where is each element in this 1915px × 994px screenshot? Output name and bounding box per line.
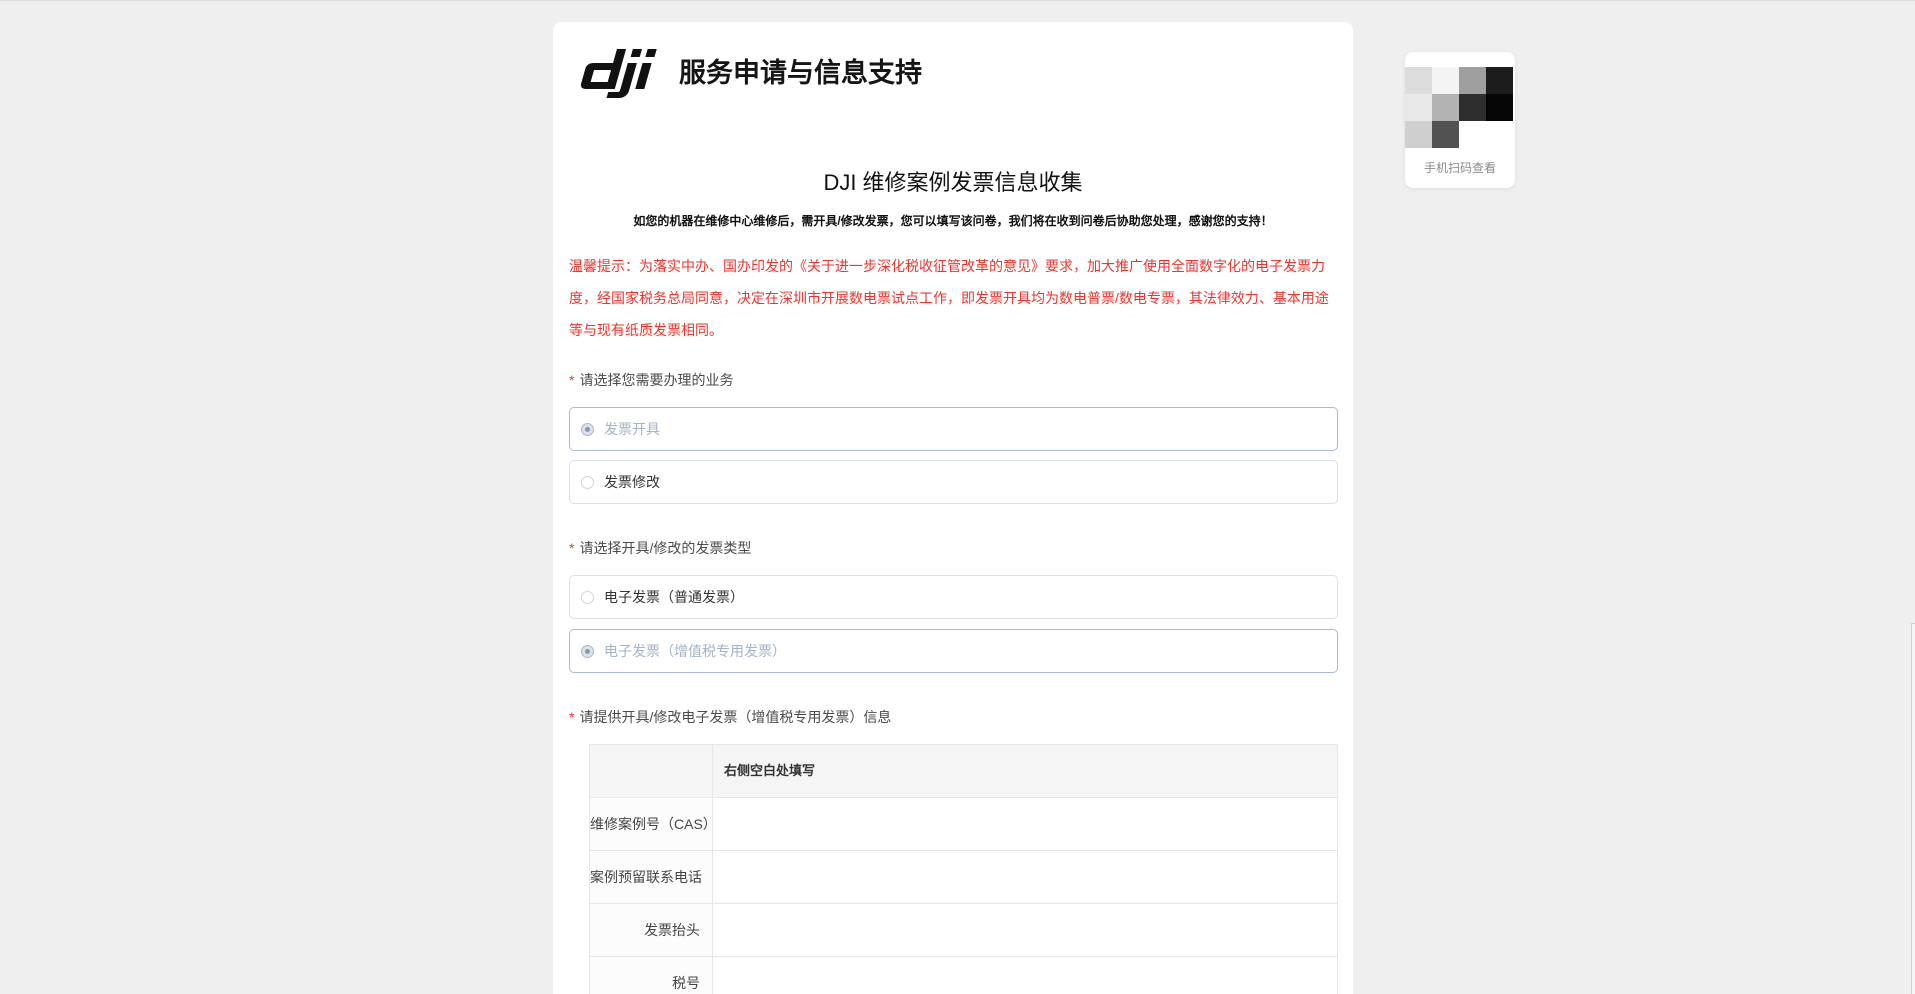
row-value-cell[interactable] <box>713 957 1338 994</box>
table-row: 税号 <box>590 957 1338 994</box>
required-mark: * <box>569 540 575 556</box>
site-title: 服务申请与信息支持 <box>679 58 922 88</box>
question-text: 请提供开具/修改电子发票（增值税专用发票）信息 <box>579 709 892 725</box>
row-label: 发票抬头 <box>590 904 713 957</box>
qr-pixel <box>1432 67 1459 94</box>
required-mark: * <box>569 709 575 725</box>
required-mark: * <box>569 372 575 388</box>
option-label: 发票修改 <box>604 474 660 490</box>
qr-pixel <box>1405 121 1432 148</box>
qr-caption: 手机扫码查看 <box>1423 161 1496 175</box>
form-card: 服务申请与信息支持 DJI 维修案例发票信息收集 如您的机器在维修中心维修后，需… <box>553 22 1353 994</box>
qr-pixel <box>1459 67 1486 94</box>
tax-id-input[interactable] <box>713 957 1337 994</box>
notice-line: 等与现有纸质发票相同。 <box>569 322 723 338</box>
option-e-invoice-vat-special[interactable]: 电子发票（增值税专用发票） <box>569 629 1338 673</box>
notice-text: 温馨提示：为落实中办、国办印发的《关于进一步深化税收征管改革的意见》要求，加大推… <box>569 250 1338 346</box>
row-value-cell[interactable] <box>713 904 1338 957</box>
option-e-invoice-normal[interactable]: 电子发票（普通发票） <box>569 575 1338 619</box>
table-row: 发票抬头 <box>590 904 1338 957</box>
question-label-invoice-info: * 请提供开具/修改电子发票（增值税专用发票）信息 <box>569 707 891 727</box>
radio-button[interactable] <box>581 591 594 604</box>
qr-pixel <box>1459 121 1486 148</box>
invoice-info-table: 右侧空白处填写 维修案例号（CAS） 案例预留联系电话 发票抬头 税号 <box>589 744 1338 994</box>
question-text: 请选择开具/修改的发票类型 <box>579 540 752 556</box>
form-subtitle: 如您的机器在维修中心维修后，需开具/修改发票，您可以填写该问卷，我们将在收到问卷… <box>633 214 1273 228</box>
option-label: 电子发票（增值税专用发票） <box>604 643 786 659</box>
qr-pixel <box>1405 67 1432 94</box>
question-text: 请选择您需要办理的业务 <box>579 372 734 388</box>
notice-line: 温馨提示：为落实中办、国办印发的《关于进一步深化税收征管改革的意见》要求，加大推… <box>569 258 1325 274</box>
question-label-business: * 请选择您需要办理的业务 <box>569 370 733 390</box>
row-label: 税号 <box>590 957 713 994</box>
qr-pixel <box>1459 94 1486 121</box>
qr-pixel <box>1432 121 1459 148</box>
table-header-cell <box>590 745 713 798</box>
radio-button[interactable] <box>581 476 594 489</box>
table-header-row: 右侧空白处填写 <box>590 745 1338 798</box>
notice-line: 度，经国家税务总局同意，决定在深圳市开展数电票试点工作，即发票开具均为数电普票/… <box>569 290 1329 306</box>
table-row: 维修案例号（CAS） <box>590 798 1338 851</box>
qr-pixel <box>1486 94 1513 121</box>
row-value-cell[interactable] <box>713 798 1338 851</box>
qr-code <box>1405 67 1513 148</box>
page-top-border <box>0 0 1915 1</box>
table-row: 案例预留联系电话 <box>590 851 1338 904</box>
radio-button[interactable] <box>581 423 594 436</box>
option-invoice-issue[interactable]: 发票开具 <box>569 407 1338 451</box>
qr-pixel <box>1405 94 1432 121</box>
scrollbar-thumb[interactable] <box>1911 623 1915 994</box>
row-label: 维修案例号（CAS） <box>590 798 717 851</box>
radio-button[interactable] <box>581 645 594 658</box>
row-label: 案例预留联系电话 <box>590 851 713 904</box>
qr-pixel <box>1486 67 1513 94</box>
contact-phone-input[interactable] <box>713 851 1337 903</box>
cas-number-input[interactable] <box>713 798 1337 850</box>
option-label: 电子发票（普通发票） <box>604 589 744 605</box>
option-label: 发票开具 <box>604 421 660 437</box>
form-title: DJI 维修案例发票信息收集 <box>823 170 1083 195</box>
qr-code-card: 手机扫码查看 <box>1405 52 1515 188</box>
row-value-cell[interactable] <box>713 851 1338 904</box>
table-header-cell: 右侧空白处填写 <box>713 745 1338 798</box>
qr-pixel <box>1486 121 1513 148</box>
question-label-invoice-type: * 请选择开具/修改的发票类型 <box>569 538 751 558</box>
option-invoice-modify[interactable]: 发票修改 <box>569 460 1338 504</box>
invoice-title-input[interactable] <box>713 904 1337 956</box>
dji-logo <box>580 49 657 98</box>
qr-pixel <box>1432 94 1459 121</box>
